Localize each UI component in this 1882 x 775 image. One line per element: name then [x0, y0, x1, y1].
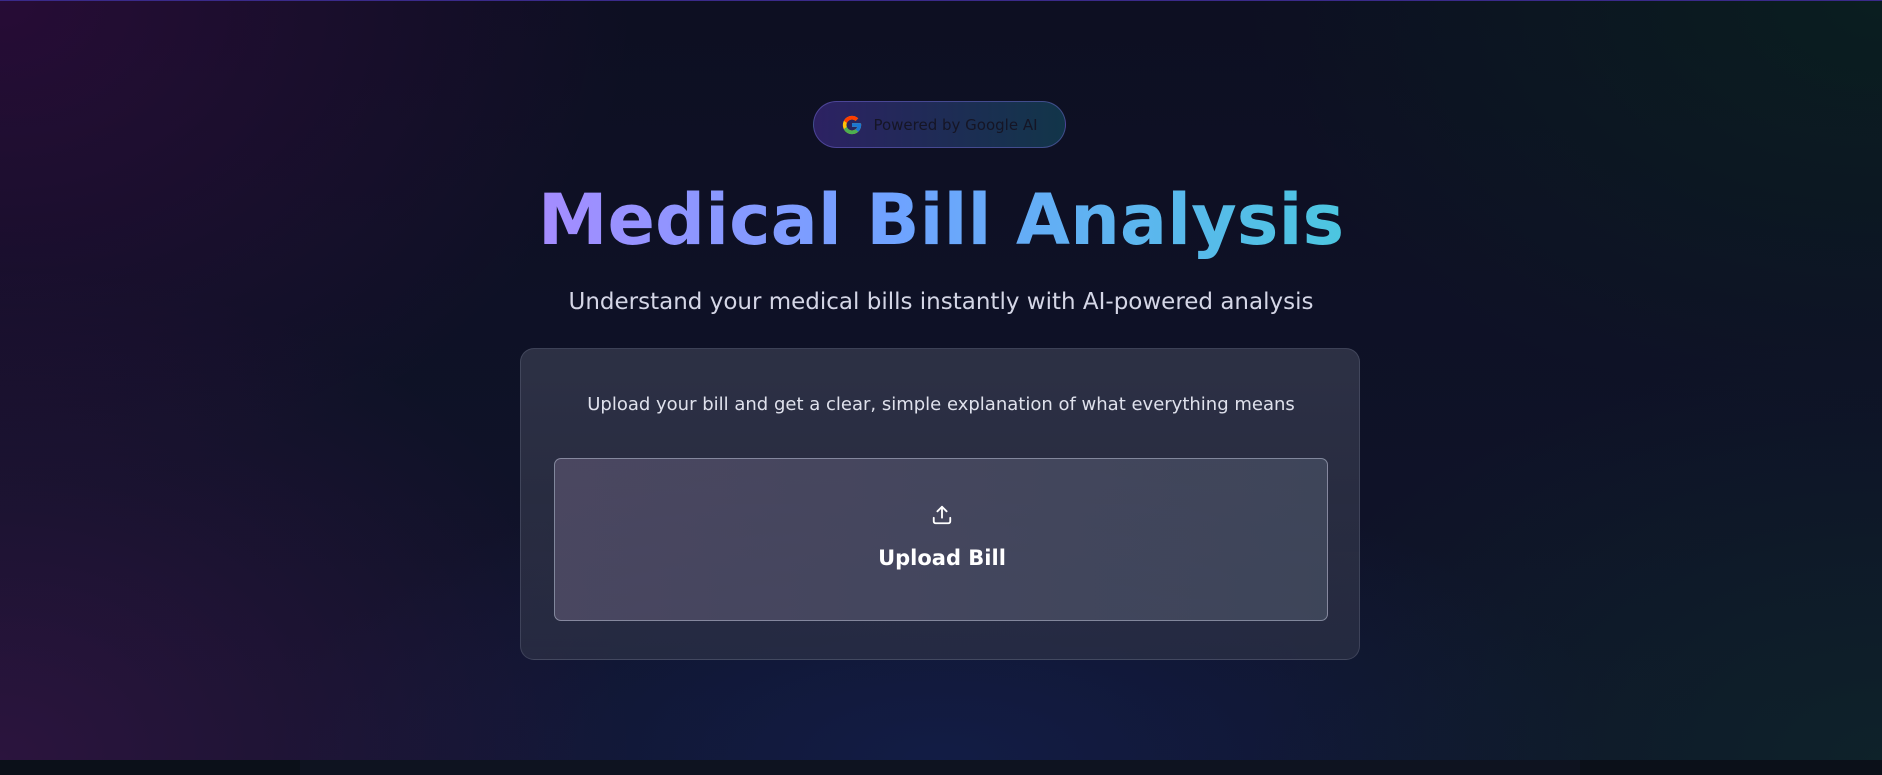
card-description: Upload your bill and get a clear, simple… [587, 394, 1295, 415]
upload-bill-button[interactable]: Upload Bill [554, 458, 1328, 621]
google-g-icon [841, 114, 863, 136]
footer-strip-inner [300, 760, 1580, 775]
page-title: Medical Bill Analysis [0, 175, 1882, 265]
page-title-text: Medical Bill Analysis [537, 179, 1345, 261]
upload-card: Upload your bill and get a clear, simple… [520, 348, 1360, 660]
upload-bill-label: Upload Bill [878, 546, 1006, 570]
footer-strip [0, 760, 1882, 775]
page-subtitle: Understand your medical bills instantly … [568, 289, 1314, 315]
upload-icon [931, 504, 953, 526]
powered-by-badge: Powered by Google AI [813, 101, 1066, 148]
badge-label: Powered by Google AI [873, 115, 1038, 134]
